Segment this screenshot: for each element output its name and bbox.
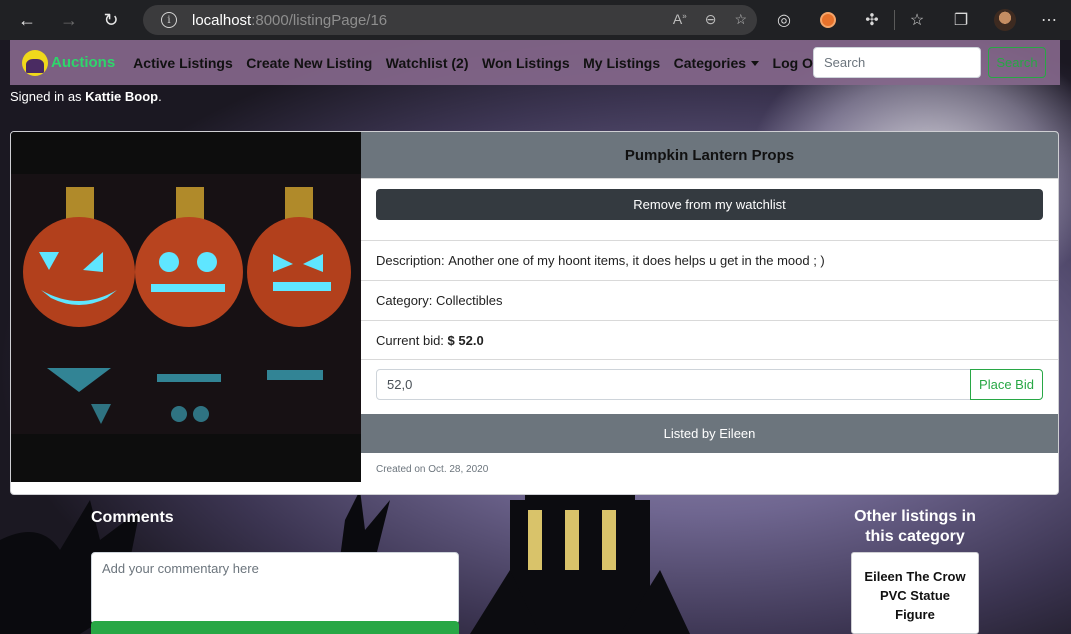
current-bid-row: Current bid: $ 52.0 [361,321,1058,360]
chevron-down-icon [751,61,760,67]
nav-categories-dropdown[interactable]: Categories [673,54,760,71]
listed-by: Listed by Eileen [361,414,1058,453]
signed-suffix: . [158,89,162,104]
brand-name: Auctions [51,54,116,71]
url-path: :8000/listingPage/16 [251,11,388,29]
site-navbar: Auctions Active Listings Create New List… [10,40,1060,85]
extensions-icon[interactable]: ✣ [850,0,894,40]
user-name: Kattie Boop [85,89,159,104]
listing-title: Pumpkin Lantern Props [361,132,1058,179]
url-host: localhost [192,11,252,29]
bid-value: $ 52.0 [447,332,484,348]
tracking-icon[interactable]: ◎ [762,0,806,40]
forward-icon[interactable]: → [54,5,84,35]
category-label: Category: [376,293,433,308]
remove-watchlist-button[interactable]: Remove from my watchlist [376,189,1043,220]
search-input[interactable]: Search [813,47,981,78]
nav-watchlist[interactable]: Watchlist (2) [386,55,469,71]
zoom-icon[interactable]: ⊖ [705,11,717,28]
read-aloud-icon[interactable]: A» [673,11,687,28]
nav-create-listing[interactable]: Create New Listing [246,55,372,71]
page-background: Auctions Active Listings Create New List… [0,40,1071,634]
listing-details: Pumpkin Lantern Props Remove from my wat… [361,132,1058,494]
back-icon[interactable]: ← [12,5,42,35]
witch-logo-icon [22,49,48,76]
place-bid-button[interactable]: Place Bid [970,369,1043,400]
nav-won-listings[interactable]: Won Listings [482,55,570,71]
listing-card: Pumpkin Lantern Props Remove from my wat… [10,131,1059,495]
collections-icon[interactable]: ❐ [939,0,983,40]
category-row: Category: Collectibles [361,281,1058,321]
other-listing-card[interactable]: Eileen The Crow PVC Statue Figure [851,552,979,634]
url-text[interactable]: localhost:8000/listingPage/16 [192,12,387,29]
signed-in-text: Signed in as Kattie Boop. [10,89,162,104]
more-icon[interactable]: ⋯ [1027,0,1071,40]
reload-icon[interactable]: ↻ [96,5,126,35]
extension-orange-icon[interactable] [806,0,850,40]
brand[interactable]: Auctions [22,49,116,76]
created-date: Created on Oct. 28, 2020 [376,464,489,475]
address-bar[interactable]: i localhost:8000/listingPage/16 A» ⊖ ☆ [143,5,757,35]
site-info-icon[interactable]: i [161,12,177,28]
nav-categories-label: Categories [673,54,747,71]
signed-prefix: Signed in as [10,89,86,104]
description-label: Description: [376,253,445,268]
description-value: Another one of my hoont items, it does h… [448,253,825,268]
comment-textarea[interactable]: Add your commentary here [91,552,459,624]
other-listings-heading: Other listings in this category [854,508,976,545]
nav-active-listings[interactable]: Active Listings [133,55,233,71]
description-row: Description: Another one of my hoont ite… [361,241,1058,281]
nav-my-listings[interactable]: My Listings [583,55,660,71]
listing-photo [11,132,361,482]
category-value: Collectibles [436,293,503,308]
bid-form: 52,0 Place Bid [361,360,1058,414]
profile-avatar[interactable] [983,0,1027,40]
favorites-icon[interactable]: ☆ [895,0,939,40]
search-button[interactable]: Search [988,47,1046,78]
bid-amount-input[interactable]: 52,0 [376,369,971,400]
browser-toolbar: ← → ↻ i localhost:8000/listingPage/16 A»… [0,0,1071,40]
comment-submit-button[interactable] [91,621,459,634]
add-favorite-icon[interactable]: ☆ [734,11,747,28]
bid-label: Current bid: [376,332,444,348]
comments-heading: Comments [91,509,174,526]
